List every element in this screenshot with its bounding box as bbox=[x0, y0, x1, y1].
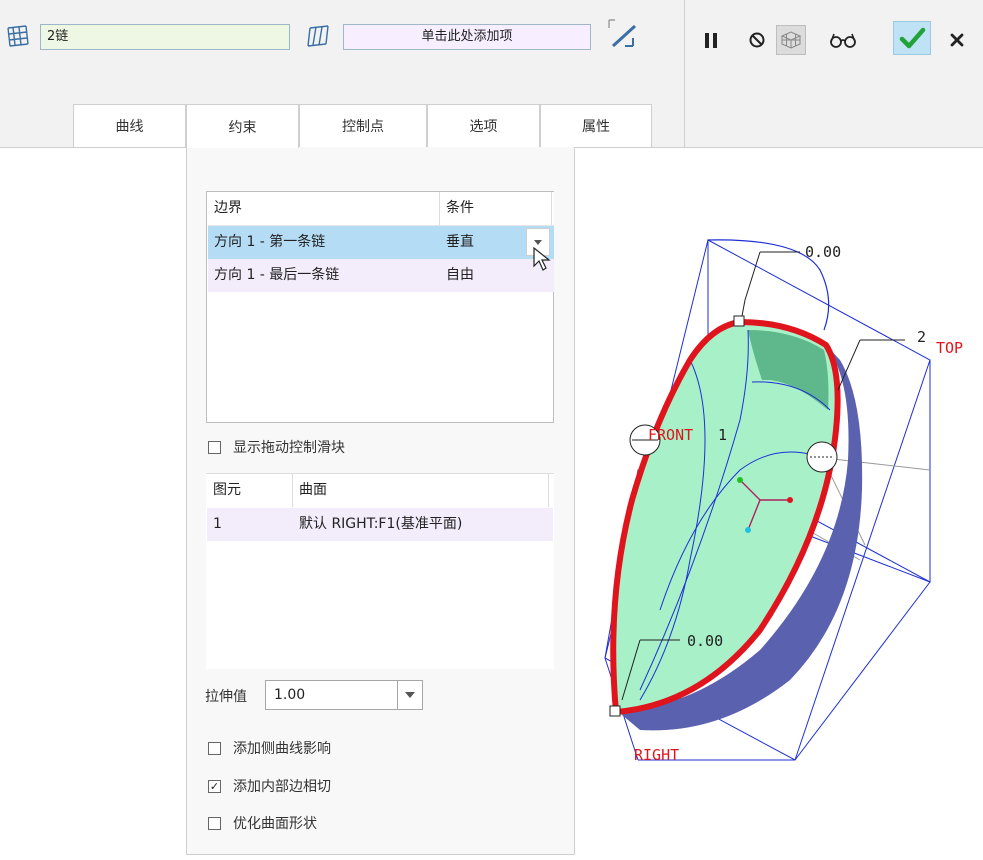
tab-label: 曲线 bbox=[115, 119, 144, 135]
tab-label: 选项 bbox=[469, 119, 498, 135]
pause-icon[interactable] bbox=[698, 27, 724, 53]
tab-label: 属性 bbox=[582, 119, 610, 135]
table-row[interactable]: 方向 1 - 最后一条链 自由 bbox=[208, 259, 554, 292]
model-viewport[interactable] bbox=[575, 148, 983, 848]
no-preview-icon[interactable] bbox=[744, 27, 770, 53]
chain-field-value: 2链 bbox=[47, 29, 69, 44]
header-entity[interactable]: 图元 bbox=[207, 474, 293, 507]
table-header: 边界 条件 bbox=[208, 192, 554, 226]
table-row[interactable]: 方向 1 - 第一条链 垂直 bbox=[208, 226, 554, 259]
header-condition[interactable]: 条件 bbox=[440, 192, 552, 225]
row-surface[interactable]: 默认 RIGHT:F1(基准平面) bbox=[293, 508, 551, 541]
optimize-surface-shape-checkbox[interactable] bbox=[208, 817, 221, 830]
add-side-curve-influence-checkbox[interactable] bbox=[208, 742, 221, 755]
add-side-curve-influence-label: 添加侧曲线影响 bbox=[233, 741, 331, 757]
tab-label: 约束 bbox=[228, 119, 257, 136]
table-header: 图元 曲面 bbox=[207, 474, 553, 507]
second-direction-icon[interactable] bbox=[304, 22, 332, 50]
datum-label-right: RIGHT bbox=[634, 746, 680, 764]
row-condition[interactable]: 垂直 bbox=[440, 226, 520, 259]
second-direction-collector[interactable]: 单击此处添加项 bbox=[343, 24, 591, 50]
row-boundary: 方向 1 - 最后一条链 bbox=[214, 267, 340, 283]
chevron-down-icon bbox=[534, 239, 542, 245]
tab-properties[interactable]: 属性 bbox=[540, 104, 652, 147]
first-direction-collector[interactable]: 2链 bbox=[40, 24, 290, 50]
datum-label-front: FRONT bbox=[648, 426, 694, 444]
dimension-bottom[interactable]: 0.00 bbox=[687, 632, 723, 650]
stretch-value-dropdown[interactable] bbox=[397, 681, 422, 709]
add-inner-edge-tangency-label: 添加内部边相切 bbox=[233, 779, 331, 795]
row-entity: 1 bbox=[213, 516, 222, 532]
ok-button[interactable] bbox=[893, 21, 931, 55]
chevron-down-icon bbox=[405, 692, 415, 698]
boundary-label-2: 2 bbox=[917, 328, 927, 346]
optimize-surface-shape-label: 优化曲面形状 bbox=[233, 816, 317, 832]
row-boundary: 方向 1 - 第一条链 bbox=[214, 234, 326, 250]
tab-constraints[interactable]: 约束 bbox=[186, 104, 299, 148]
mesh-preview-icon[interactable] bbox=[776, 25, 806, 55]
boundary-condition-table: 边界 条件 方向 1 - 第一条链 垂直 方向 1 - 最后一条链 自由 bbox=[206, 191, 554, 423]
checkmark-icon bbox=[899, 27, 926, 49]
show-drag-handles-checkbox[interactable] bbox=[208, 441, 221, 454]
tab-control-points[interactable]: 控制点 bbox=[299, 104, 427, 147]
add-field-placeholder: 单击此处添加项 bbox=[421, 29, 513, 44]
stretch-value: 1.00 bbox=[274, 687, 306, 703]
dimension-top[interactable]: 0.00 bbox=[805, 243, 841, 261]
stretch-value-label: 拉伸值 bbox=[205, 689, 247, 705]
boundary-surface-icon[interactable] bbox=[4, 22, 32, 50]
tab-label: 控制点 bbox=[342, 119, 384, 135]
show-drag-handles-label: 显示拖动控制滑块 bbox=[233, 440, 345, 456]
entity-surface-table: 图元 曲面 1 默认 RIGHT:F1(基准平面) bbox=[206, 473, 554, 669]
boundary-label-1: 1 bbox=[718, 426, 728, 444]
glasses-preview-icon[interactable] bbox=[826, 27, 860, 53]
tab-curves[interactable]: 曲线 bbox=[73, 104, 186, 147]
tab-options[interactable]: 选项 bbox=[427, 104, 540, 147]
table-row[interactable]: 1 默认 RIGHT:F1(基准平面) bbox=[207, 508, 553, 541]
close-icon[interactable] bbox=[944, 27, 970, 53]
checkmark-icon: ✓ bbox=[209, 780, 220, 793]
add-inner-edge-tangency-checkbox[interactable]: ✓ bbox=[208, 780, 221, 793]
toggle-direction-icon[interactable] bbox=[603, 16, 643, 54]
toolbar-separator bbox=[684, 0, 685, 147]
datum-label-top: TOP bbox=[936, 339, 964, 357]
mouse-cursor-icon bbox=[533, 246, 551, 271]
header-surface[interactable]: 曲面 bbox=[293, 474, 549, 507]
header-boundary[interactable]: 边界 bbox=[208, 192, 440, 225]
stretch-value-input[interactable]: 1.00 bbox=[265, 680, 423, 710]
